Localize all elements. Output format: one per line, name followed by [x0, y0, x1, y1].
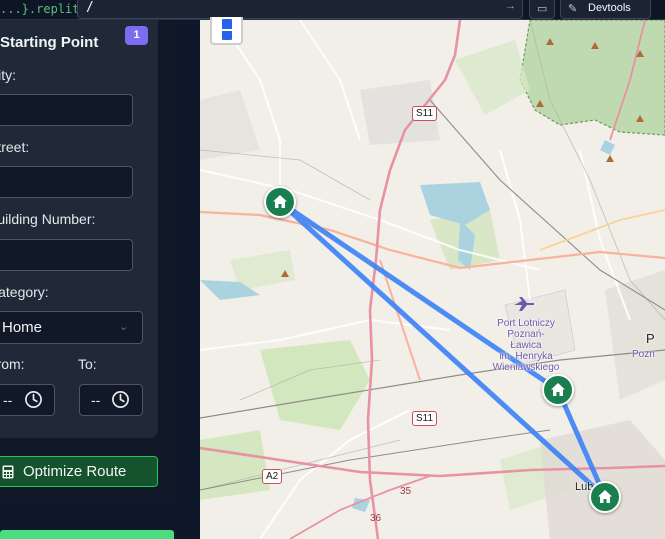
from-label: From:: [0, 356, 25, 372]
category-select[interactable]: Home ⌄: [0, 311, 143, 344]
secondary-action-button[interactable]: [0, 530, 174, 539]
street-label: Street:: [0, 139, 30, 155]
home-marker[interactable]: [542, 374, 574, 406]
airport-label-line: im. Henryka: [499, 351, 553, 362]
clock-icon[interactable]: [111, 390, 130, 409]
home-marker[interactable]: [589, 481, 621, 513]
road-shield-a2: A2: [262, 469, 283, 484]
city-label-edge: P: [646, 331, 655, 346]
zoom-divider: [222, 29, 232, 31]
url-bar[interactable]: / →: [77, 0, 523, 19]
route-number-label: 36: [370, 513, 382, 524]
screen-toggle-button[interactable]: ▭: [529, 0, 555, 19]
step-badge: 1: [125, 26, 148, 45]
app-root: ...}.replit.dev / → ▭ ✎ Devtools Startin…: [0, 0, 665, 539]
starting-point-card: Starting Point 1 City: Street: Building …: [0, 20, 158, 438]
city-label-edge: Pozn: [632, 349, 655, 360]
home-icon: [598, 490, 612, 503]
street-input[interactable]: [0, 166, 133, 198]
map-view[interactable]: S11 S11 A2 35 36 Port Lotniczy Poznań- Ł…: [200, 20, 665, 539]
from-time-value: --: [3, 392, 13, 408]
clock-icon[interactable]: [24, 390, 43, 409]
home-icon: [551, 383, 565, 396]
category-value: Home: [2, 319, 43, 336]
url-path[interactable]: /: [86, 0, 94, 15]
go-arrow-icon[interactable]: →: [505, 0, 516, 12]
optimize-route-button[interactable]: Optimize Route: [0, 456, 158, 487]
devtools-label: Devtools: [588, 2, 631, 14]
building-number-label: Building Number:: [0, 211, 96, 227]
calculator-icon: [2, 465, 14, 479]
to-label: To:: [78, 356, 97, 372]
road-shield-s11: S11: [412, 411, 438, 426]
to-time-value: --: [91, 392, 101, 408]
monitor-icon: ▭: [537, 3, 548, 15]
home-icon: [273, 195, 287, 208]
browser-toolbar: ...}.replit.dev / → ▭ ✎ Devtools: [0, 0, 665, 20]
to-time-input[interactable]: --: [79, 384, 143, 416]
road-shield-s11: S11: [412, 106, 438, 121]
building-number-input[interactable]: [0, 239, 133, 271]
airport-label: Port Lotniczy Poznań- Ławica im. Henryka…: [488, 318, 564, 373]
city-label: City:: [0, 67, 16, 83]
airport-label-line: Wieniawskiego: [492, 362, 560, 373]
zoom-control[interactable]: [210, 17, 243, 45]
home-marker[interactable]: [264, 186, 296, 218]
route-sidebar: Starting Point 1 City: Street: Building …: [0, 20, 175, 503]
optimize-route-label: Optimize Route: [23, 463, 127, 480]
airport-label-line: Poznań-: [507, 329, 545, 340]
map-tiles: [200, 20, 665, 539]
from-time-input[interactable]: --: [0, 384, 55, 416]
city-input[interactable]: [0, 94, 133, 126]
airport-label-line: Port Lotniczy: [497, 318, 555, 329]
chevron-down-icon: ⌄: [119, 321, 129, 333]
devtools-button[interactable]: ✎ Devtools: [560, 0, 651, 19]
category-label: Category:: [0, 284, 49, 300]
wrench-icon: ✎: [568, 3, 578, 15]
route-number-label: 35: [400, 486, 412, 497]
airport-label-line: Ławica: [510, 340, 542, 351]
card-title: Starting Point: [0, 34, 99, 51]
